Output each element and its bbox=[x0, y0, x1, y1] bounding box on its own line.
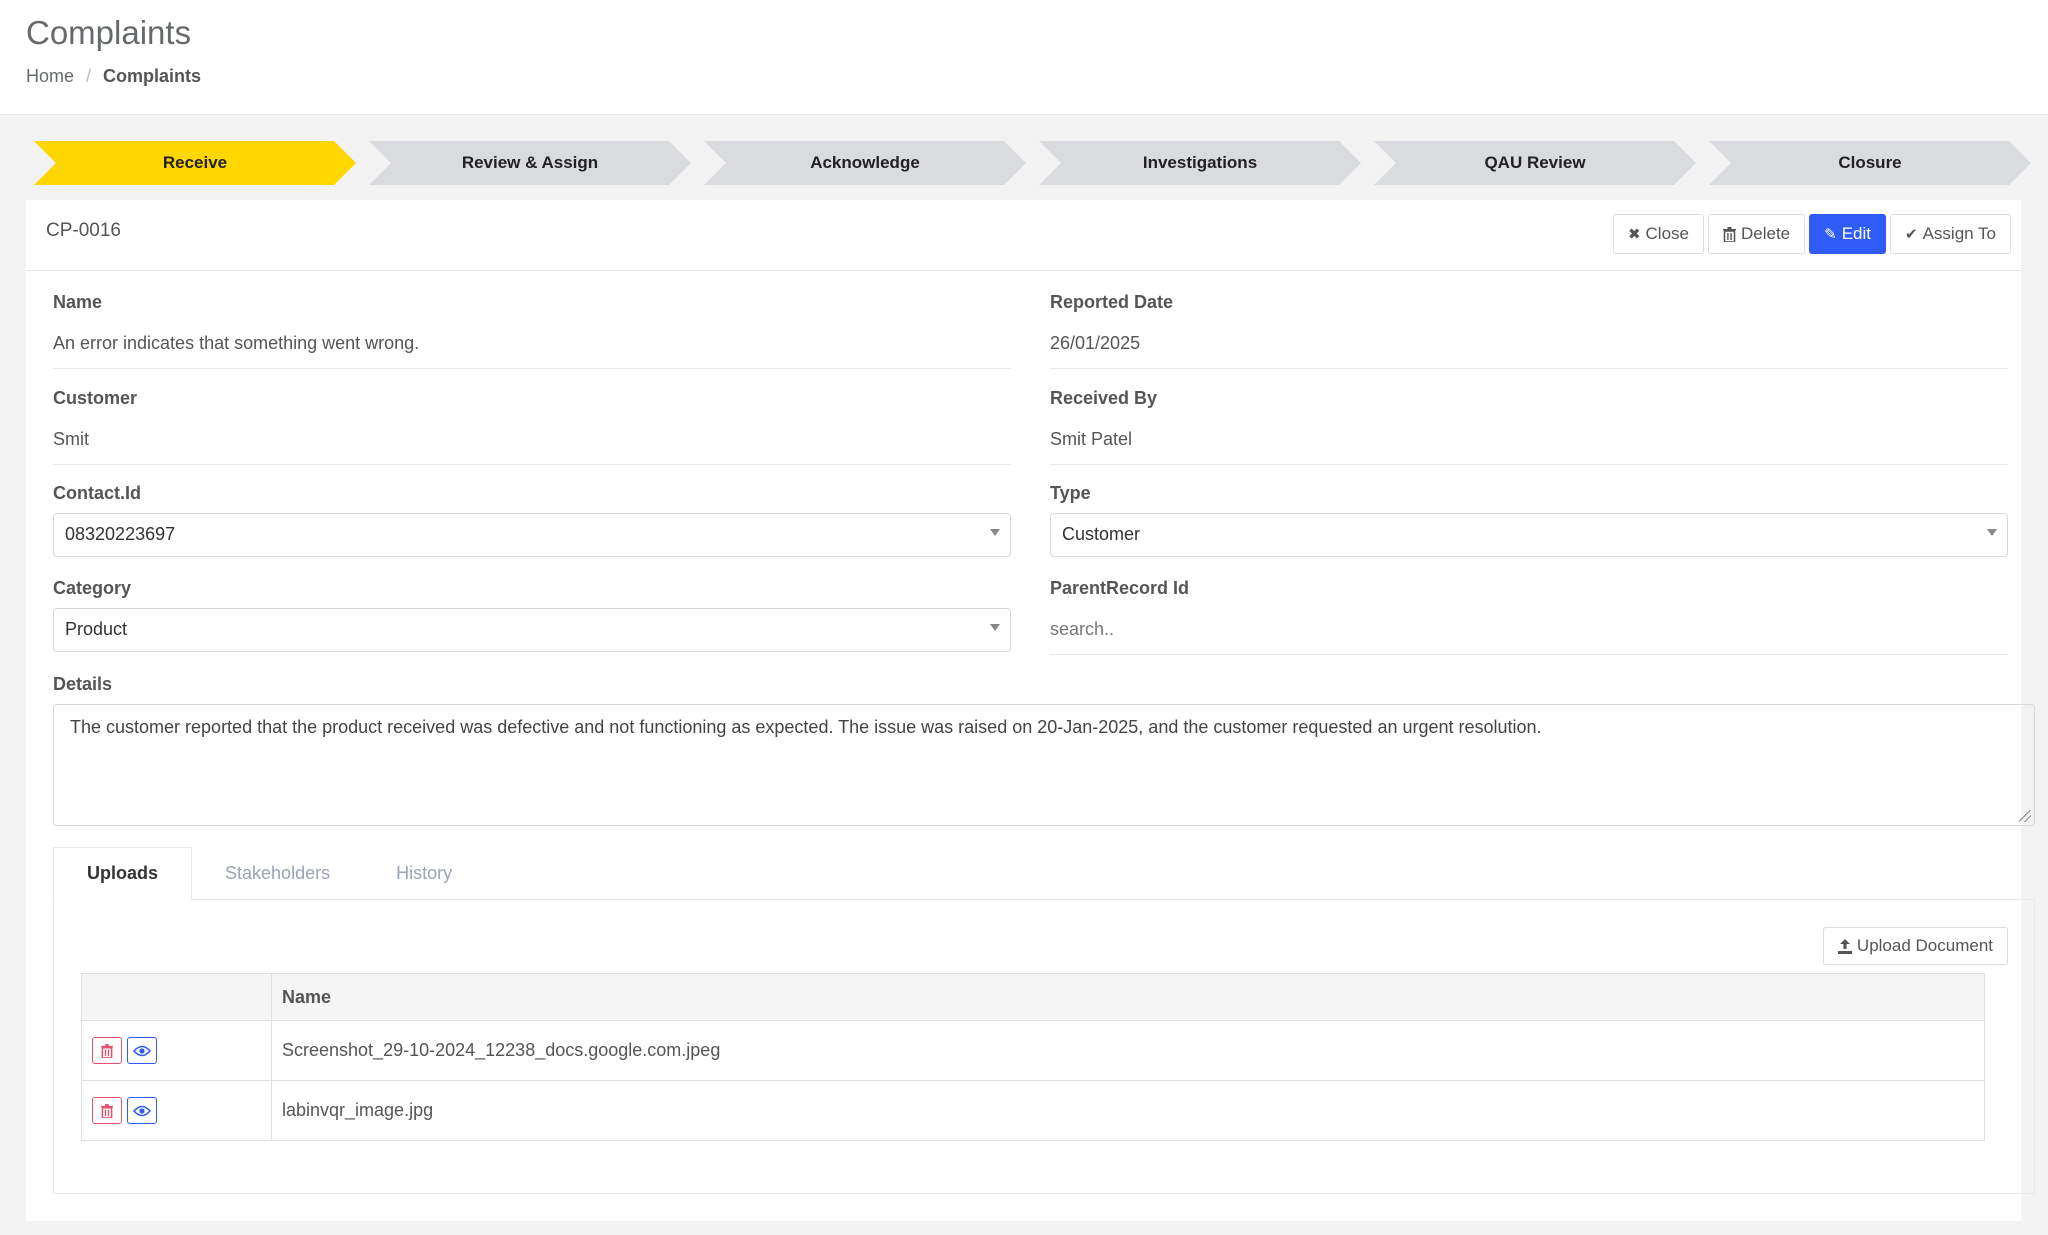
category-value: Product bbox=[65, 619, 128, 639]
assign-to-label: Assign To bbox=[1922, 224, 1996, 243]
table-row: labinvqr_image.jpg bbox=[81, 1080, 1985, 1141]
close-icon: ✖ bbox=[1627, 226, 1641, 243]
tab-uploads[interactable]: Uploads bbox=[53, 847, 193, 900]
category-label: Category bbox=[53, 578, 132, 598]
step-review-assign[interactable]: Review & Assign bbox=[369, 141, 691, 185]
row-actions bbox=[81, 1020, 272, 1081]
customer-label: Customer bbox=[53, 388, 138, 408]
file-name: Screenshot_29-10-2024_12238_docs.google.… bbox=[271, 1020, 1985, 1081]
type-value: Customer bbox=[1062, 524, 1141, 544]
breadcrumb-home[interactable]: Home bbox=[26, 66, 74, 86]
file-name: labinvqr_image.jpg bbox=[271, 1080, 1985, 1141]
tab-stakeholders[interactable]: Stakeholders bbox=[192, 847, 363, 900]
delete-file-button[interactable] bbox=[92, 1097, 122, 1124]
assign-to-button[interactable]: ✔ Assign To bbox=[1890, 214, 2011, 254]
details-text: The customer reported that the product r… bbox=[70, 717, 1542, 737]
step-investigations[interactable]: Investigations bbox=[1039, 141, 1361, 185]
edit-button[interactable]: ✎ Edit bbox=[1809, 214, 1887, 254]
close-button[interactable]: ✖ Close bbox=[1612, 214, 1704, 254]
details-label: Details bbox=[53, 674, 113, 694]
breadcrumb-separator: / bbox=[86, 66, 92, 86]
record-id: CP-0016 bbox=[46, 220, 121, 241]
workflow-steps: Receive Review & Assign Acknowledge Inve… bbox=[34, 141, 2034, 185]
record-card: CP-0016 ✖ Close Delete ✎ Edit ✔ Assign To N… bbox=[26, 200, 2035, 1221]
eye-icon bbox=[133, 1105, 151, 1116]
check-icon: ✔ bbox=[1905, 226, 1918, 243]
uploads-table: Name Screenshot_29-10-2024_12238_docs.go… bbox=[81, 973, 1985, 1141]
delete-label: Delete bbox=[1741, 224, 1791, 243]
record-actions: ✖ Close Delete ✎ Edit ✔ Assign To bbox=[1612, 214, 2011, 254]
parent-record-label: ParentRecord Id bbox=[1050, 578, 1190, 598]
breadcrumb-current: Complaints bbox=[103, 66, 202, 86]
actions-column-header bbox=[81, 973, 272, 1021]
pencil-icon: ✎ bbox=[1824, 226, 1837, 243]
page-title: Complaints bbox=[26, 14, 192, 51]
step-receive[interactable]: Receive bbox=[34, 141, 356, 185]
name-column-header: Name bbox=[271, 973, 1985, 1021]
contact-id-value: 08320223697 bbox=[65, 524, 176, 544]
name-label: Name bbox=[53, 292, 103, 312]
step-acknowledge[interactable]: Acknowledge bbox=[704, 141, 1026, 185]
contact-id-select[interactable]: 08320223697 bbox=[53, 513, 1011, 557]
chevron-down-icon bbox=[990, 529, 1000, 536]
record-header: CP-0016 ✖ Close Delete ✎ Edit ✔ Assign To bbox=[26, 200, 2021, 271]
contact-id-label: Contact.Id bbox=[53, 483, 141, 503]
parent-record-search[interactable]: search.. bbox=[1050, 619, 2008, 655]
category-select[interactable]: Product bbox=[53, 608, 1011, 652]
trash-icon bbox=[1723, 226, 1736, 242]
table-header-row: Name bbox=[81, 973, 1985, 1021]
breadcrumb: Home / Complaints bbox=[26, 66, 201, 87]
edit-label: Edit bbox=[1841, 224, 1872, 243]
delete-button[interactable]: Delete bbox=[1708, 214, 1806, 254]
name-value: An error indicates that something went w… bbox=[53, 333, 1011, 369]
reported-date-label: Reported Date bbox=[1050, 292, 1174, 312]
table-row: Screenshot_29-10-2024_12238_docs.google.… bbox=[81, 1020, 1985, 1081]
details-textarea[interactable]: The customer reported that the product r… bbox=[53, 704, 2035, 826]
received-by-label: Received By bbox=[1050, 388, 1158, 408]
eye-icon bbox=[133, 1045, 151, 1056]
reported-date-value: 26/01/2025 bbox=[1050, 333, 2008, 369]
uploads-panel: Upload Document Name Screenshot_29-10-20… bbox=[53, 899, 2035, 1194]
chevron-down-icon bbox=[1987, 529, 1997, 536]
type-label: Type bbox=[1050, 483, 1091, 503]
resize-handle-icon[interactable] bbox=[2019, 810, 2031, 822]
upload-document-button[interactable]: Upload Document bbox=[1822, 927, 2008, 965]
type-select[interactable]: Customer bbox=[1050, 513, 2008, 557]
step-closure[interactable]: Closure bbox=[1709, 141, 2031, 185]
received-by-value: Smit Patel bbox=[1050, 429, 2008, 465]
close-label: Close bbox=[1645, 224, 1689, 243]
view-file-button[interactable] bbox=[127, 1097, 157, 1124]
tab-history[interactable]: History bbox=[363, 847, 485, 900]
record-tabs: Uploads Stakeholders History bbox=[53, 847, 485, 900]
customer-value: Smit bbox=[53, 429, 1011, 465]
chevron-down-icon bbox=[990, 624, 1000, 631]
trash-icon bbox=[101, 1043, 113, 1058]
upload-icon bbox=[1837, 938, 1852, 954]
upload-document-label: Upload Document bbox=[1856, 936, 1993, 955]
row-actions bbox=[81, 1080, 272, 1141]
view-file-button[interactable] bbox=[127, 1037, 157, 1064]
step-qau-review[interactable]: QAU Review bbox=[1374, 141, 1696, 185]
trash-icon bbox=[101, 1103, 113, 1118]
delete-file-button[interactable] bbox=[92, 1037, 122, 1064]
page-header: Complaints Home / Complaints bbox=[0, 0, 2048, 115]
